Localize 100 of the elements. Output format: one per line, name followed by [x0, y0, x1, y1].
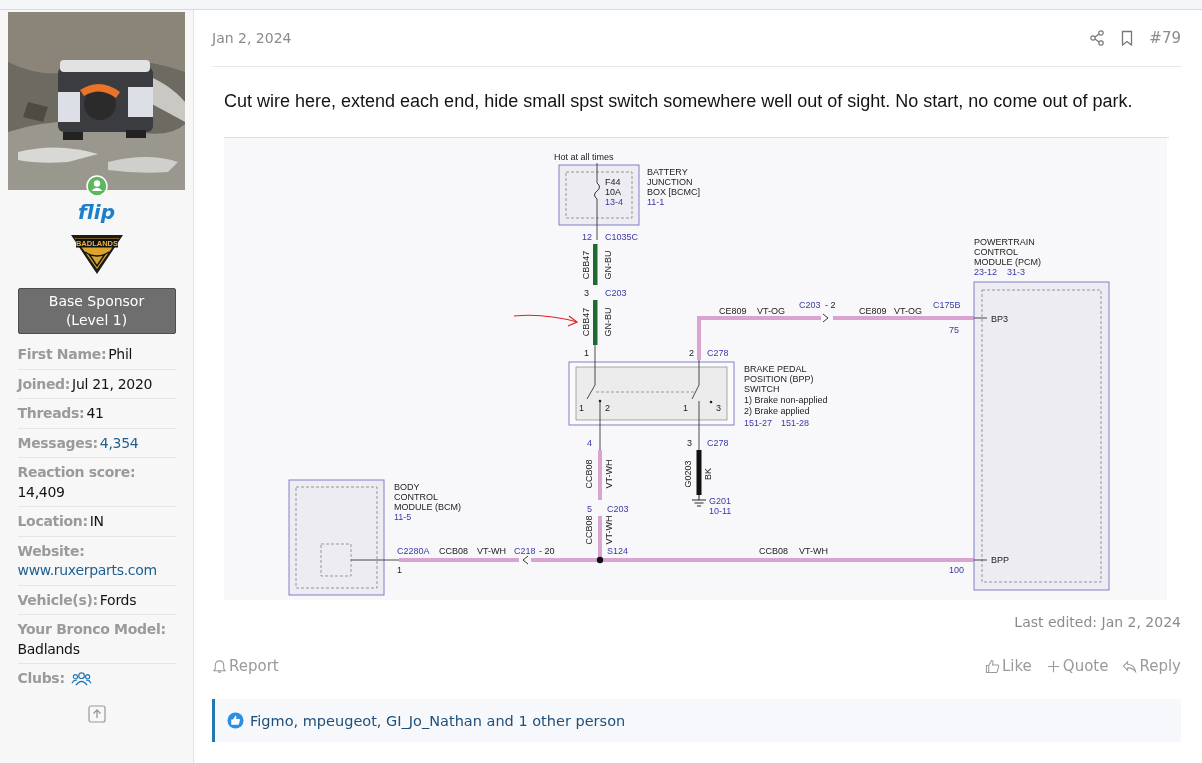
diagram-label: 10-11 — [709, 506, 732, 516]
diagram-label: CCB08 — [584, 515, 594, 545]
diagram-label: 151-28 — [781, 418, 810, 428]
diagram-label: CBB47 — [581, 250, 591, 280]
diagram-label: 1 — [397, 565, 402, 575]
diagram-label: 11-1 — [647, 197, 665, 207]
diagram-label: C1035C — [605, 232, 639, 242]
diagram-label: - 2 — [825, 300, 836, 310]
field-label: Vehicle(s): — [17, 591, 98, 608]
diagram-label: VT-OG — [894, 306, 922, 316]
field-link[interactable]: www.ruxerparts.com — [17, 561, 157, 581]
field-value: 41 — [86, 404, 104, 423]
field-label: Messages: — [17, 434, 98, 451]
reply-link[interactable]: Reply — [1122, 657, 1181, 675]
diagram-label: 3 — [716, 403, 721, 413]
diagram-label: G201 — [709, 496, 732, 506]
diagram-label: BP3 — [991, 314, 1008, 324]
diagram-label: CONTROL — [974, 247, 1018, 257]
diagram-label: BOX [BCMC] — [647, 187, 700, 197]
diagram-label: G0203 — [683, 460, 693, 488]
diagram-label: 1 — [579, 403, 584, 413]
diagram-label: BRAKE PEDAL — [744, 364, 807, 374]
diagram-label: MODULE (BCM) — [394, 502, 461, 512]
field-label: First Name: — [17, 346, 107, 362]
diagram-label: C203 — [605, 288, 627, 298]
diagram-label: C218 — [514, 546, 536, 556]
report-link[interactable]: Report — [212, 657, 279, 675]
diagram-label: - 20 — [539, 546, 555, 556]
diagram-label: SWITCH — [744, 384, 780, 394]
diagram-label: POSITION (BPP) — [744, 374, 814, 384]
diagram-label: 3 — [584, 288, 589, 298]
diagram-label: F44 — [605, 177, 621, 187]
diagram-label: BATTERY — [647, 167, 688, 177]
diagram-label: 1 — [683, 403, 688, 413]
diagram-label: 12 — [582, 232, 592, 242]
post-text: Cut wire here, extend each end, hide small spst switch somewhere well out of sight. No start, no come out of park. — [224, 90, 1134, 113]
field-label: Location: — [17, 513, 88, 529]
diagram-label: 10A — [605, 187, 621, 197]
diagram-label: 2 — [689, 348, 694, 358]
field-link[interactable]: 4,354 — [99, 433, 139, 453]
diagram-label: JUNCTION — [647, 177, 693, 187]
diagram-label: 31-3 — [1007, 267, 1025, 277]
diagram-label: C278 — [707, 348, 729, 358]
diagram-label: 1) Brake non-applied — [744, 395, 828, 405]
post-date[interactable]: Jan 2, 2024 — [212, 30, 292, 46]
diagram-label: VT-OG — [757, 306, 785, 316]
diagram-label: BODY — [394, 482, 420, 492]
diagram-label: C203 — [607, 504, 629, 514]
field-label: Your Bronco Model: — [17, 621, 166, 637]
diagram-label: VT-WH — [604, 515, 614, 545]
reactions-link[interactable]: Figmo, mpeugeot, GI_Jo_Nathan and 1 other person — [250, 712, 626, 729]
diagram-label: 100 — [949, 565, 965, 575]
field-value: 14,409 — [17, 482, 65, 502]
diagram-label: VT-WH — [604, 459, 614, 489]
field-value: IN — [89, 512, 104, 531]
diagram-label: POWERTRAIN — [974, 237, 1035, 247]
field-label: Clubs: — [17, 669, 65, 688]
field-label: Joined: — [17, 375, 71, 392]
diagram-label: BK — [703, 468, 713, 480]
like-link[interactable]: Like — [984, 657, 1032, 675]
diagram-label: C278 — [707, 438, 729, 448]
field-value: Badlands — [17, 639, 80, 659]
diagram-label: 2 — [605, 403, 610, 413]
diagram-label: CE809 — [859, 306, 887, 316]
diagram-label: S124 — [607, 546, 629, 556]
quote-link[interactable]: Quote — [1045, 657, 1109, 675]
diagram-label: MODULE (PCM) — [974, 257, 1041, 267]
last-edited-text: Last edited: Jan 2, 2024 — [1014, 614, 1181, 630]
field-value: Jul 21, 2020 — [72, 374, 153, 394]
diagram-label: CBB47 — [581, 307, 591, 337]
diagram-label: 2) Brake applied — [744, 406, 810, 416]
field-value: Phil — [108, 345, 133, 364]
diagram-label: C2280A — [397, 546, 430, 556]
diagram-label: C203 — [799, 300, 821, 310]
diagram-label: 4 — [587, 438, 592, 448]
diagram-label: 151-27 — [744, 418, 773, 428]
field-label: Reaction score: — [17, 464, 136, 480]
diagram-label: 23-12 — [974, 267, 998, 277]
diagram-label: GN-BU — [603, 250, 613, 280]
diagram-label: VT-WH — [477, 546, 506, 556]
diagram-label: 1 — [584, 348, 589, 358]
diagram-label: CCB08 — [759, 546, 788, 556]
diagram-label: CCB08 — [439, 546, 468, 556]
field-label: Website: — [17, 542, 85, 559]
username-link[interactable]: flip — [78, 200, 115, 224]
diagram-label: 11-5 — [394, 512, 412, 522]
diagram-label: VT-WH — [799, 546, 828, 556]
diagram-label: CONTROL — [394, 492, 438, 502]
post-number-link[interactable]: #79 — [1149, 29, 1181, 47]
diagram-label: CE809 — [719, 306, 747, 316]
diagram-label: 5 — [587, 504, 592, 514]
user-banner: Base Sponsor (Level 1) — [17, 288, 176, 334]
diagram-label: 75 — [949, 325, 959, 335]
diagram-label: BPP — [991, 555, 1009, 565]
field-label: Threads: — [17, 405, 85, 421]
diagram-label: 13-4 — [605, 197, 623, 207]
field-value: Fords — [99, 590, 137, 610]
diagram-label: C175B — [933, 300, 961, 310]
diagram-label: Hot at all times — [554, 152, 614, 162]
diagram-label: CCB08 — [584, 459, 594, 489]
